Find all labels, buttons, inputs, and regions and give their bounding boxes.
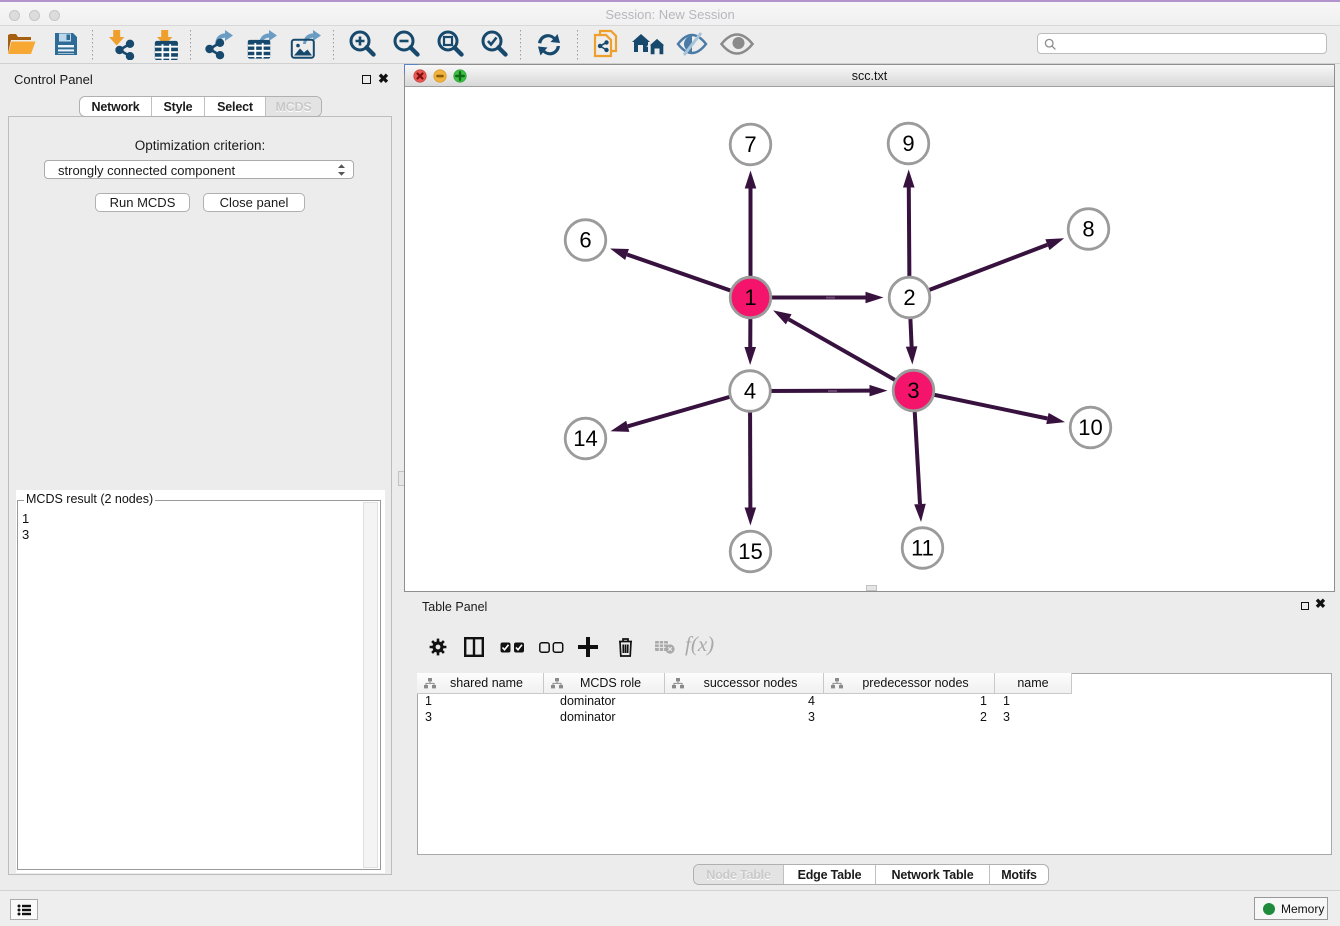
svg-text:8: 8 xyxy=(1082,217,1094,242)
svg-text:9: 9 xyxy=(902,131,914,156)
svg-text:14: 14 xyxy=(573,426,597,451)
svg-text:1: 1 xyxy=(744,285,756,310)
svg-text:6: 6 xyxy=(579,228,591,253)
svg-text:3: 3 xyxy=(907,378,919,403)
svg-text:11: 11 xyxy=(911,536,934,561)
svg-text:4: 4 xyxy=(744,379,756,404)
svg-text:10: 10 xyxy=(1078,415,1102,440)
svg-text:7: 7 xyxy=(744,132,756,157)
svg-text:15: 15 xyxy=(738,539,762,564)
svg-text:2: 2 xyxy=(903,285,915,310)
